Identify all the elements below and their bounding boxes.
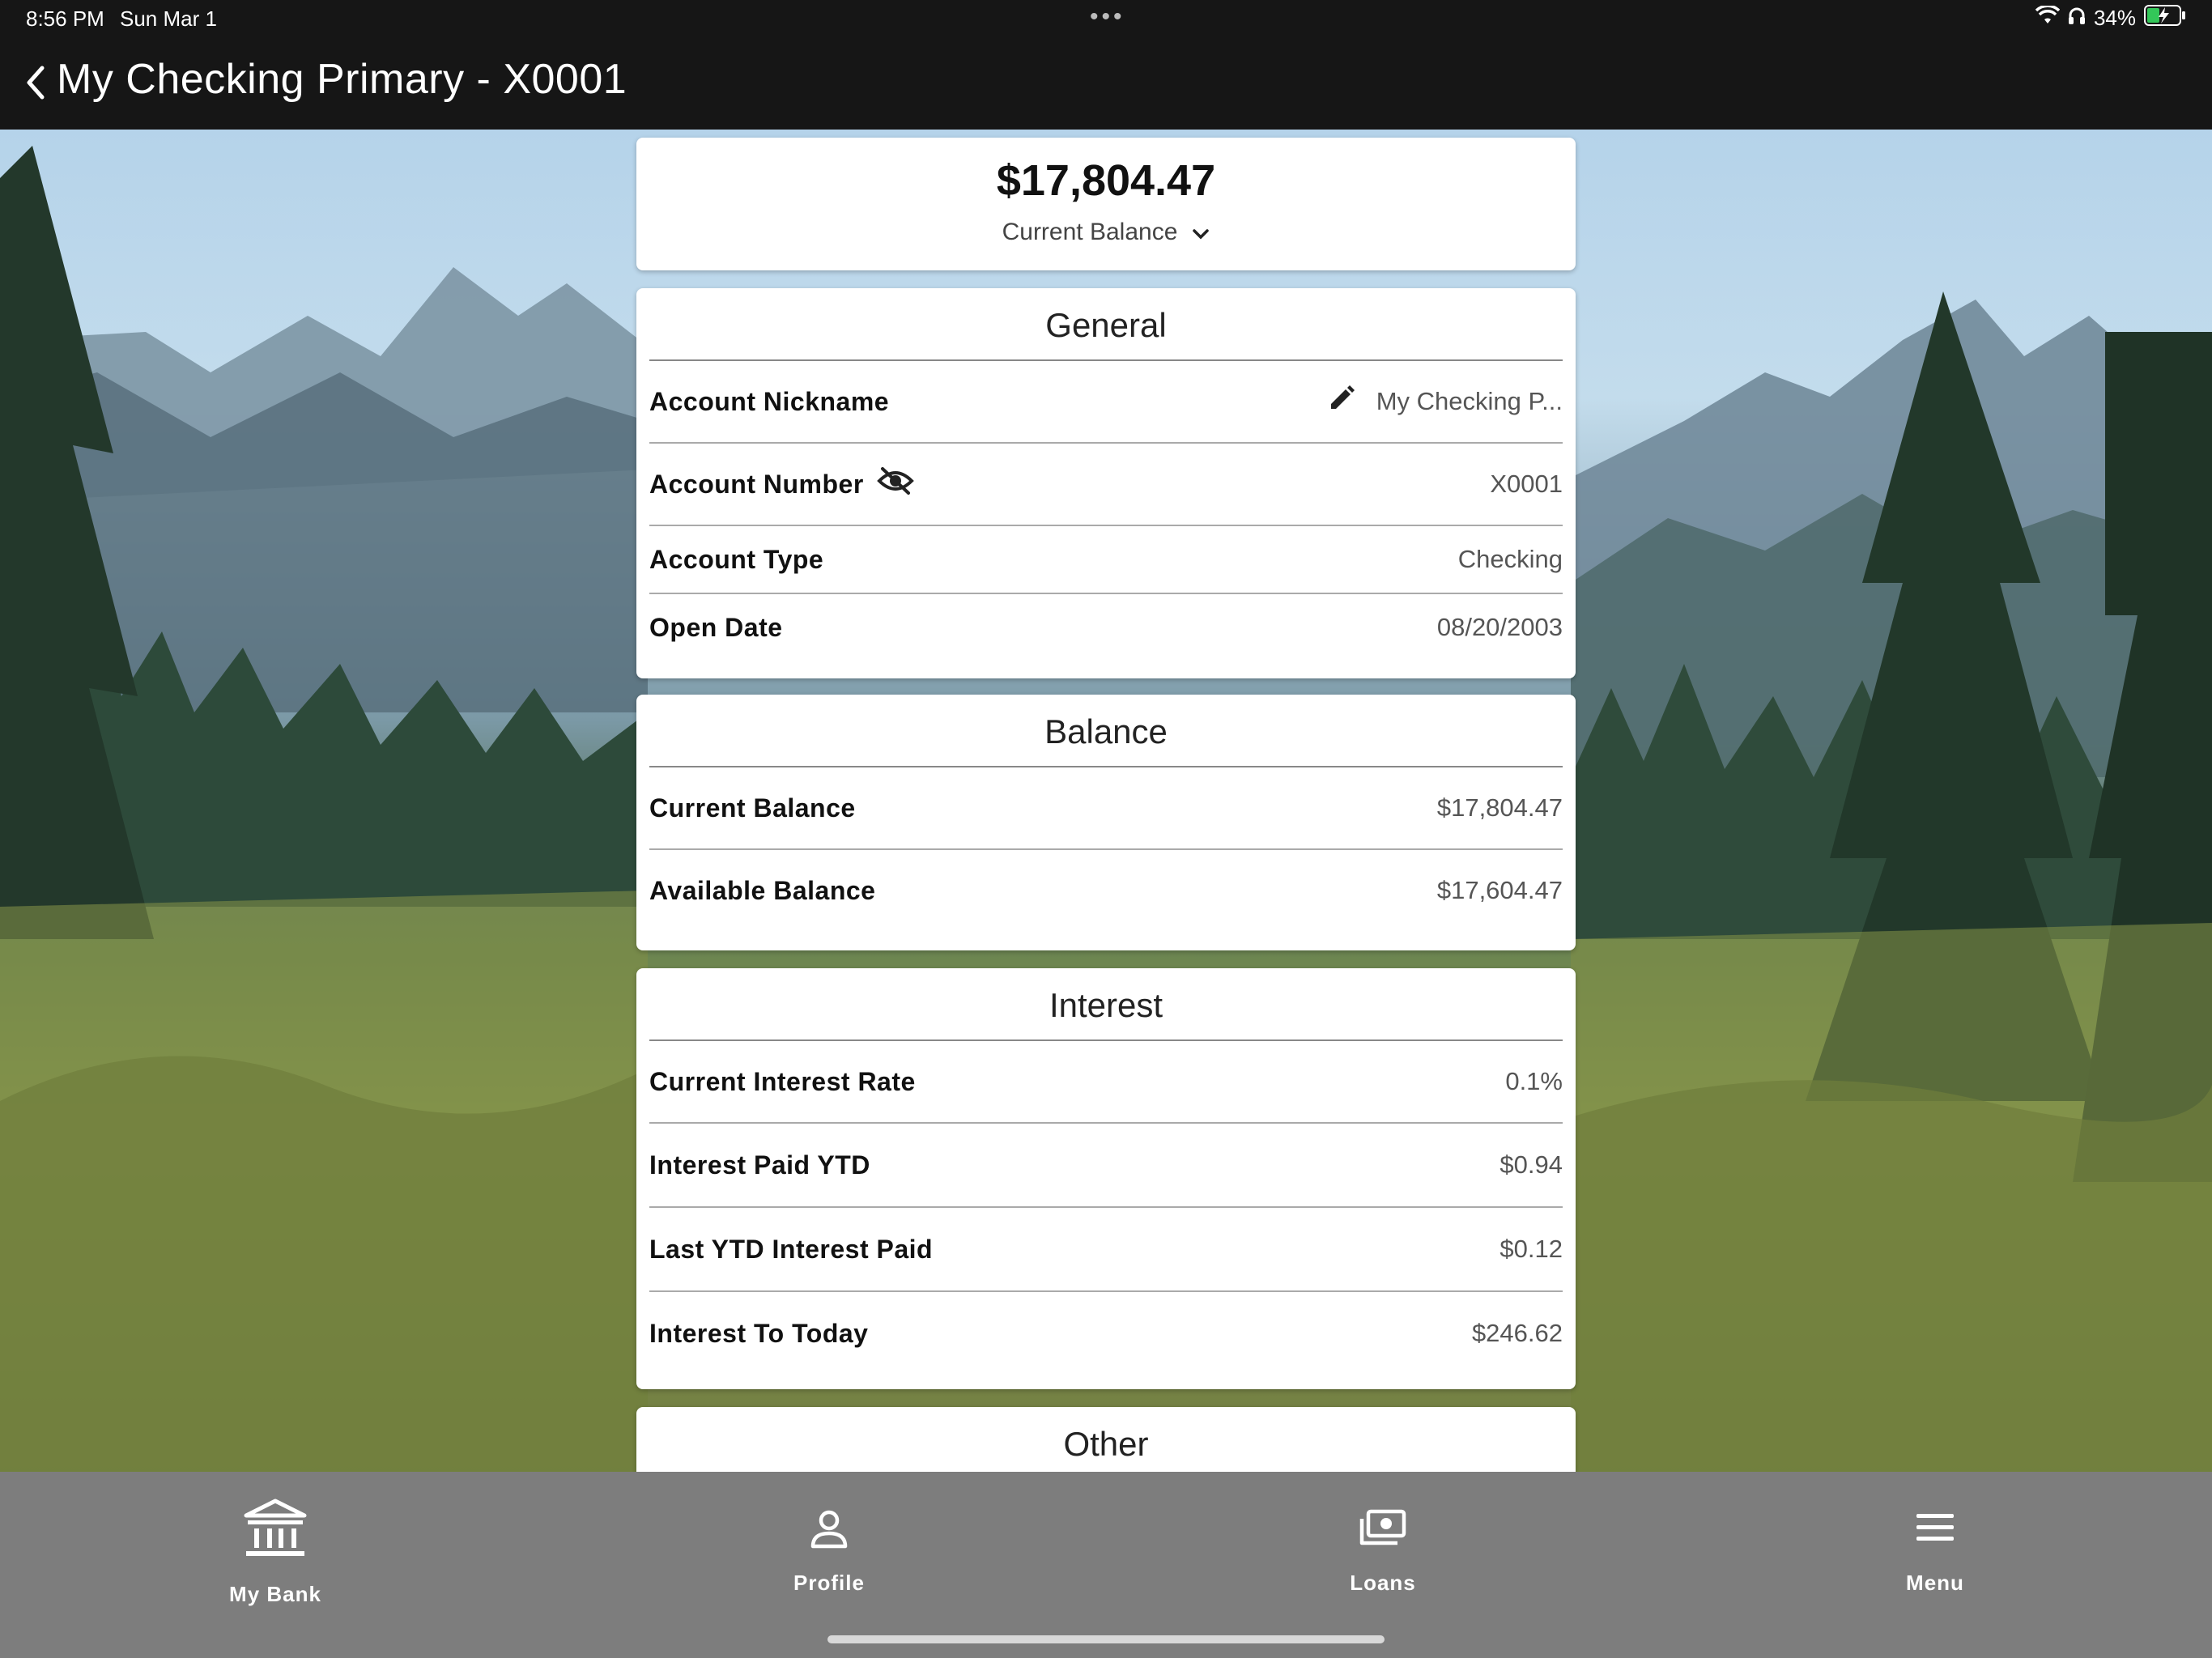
- bank-icon: [113, 1496, 437, 1561]
- battery-percent: 34%: [2093, 6, 2136, 30]
- tab-label: My Bank: [229, 1582, 321, 1606]
- row-value: $0.12: [1499, 1235, 1563, 1263]
- chevron-left-icon: [24, 65, 47, 104]
- balance-summary-card: $17,804.47 Current Balance: [636, 138, 1576, 270]
- pencil-icon[interactable]: [1328, 385, 1355, 419]
- chevron-down-icon: [1192, 219, 1210, 246]
- tab-label: Profile: [793, 1571, 865, 1595]
- row-label: Account Type: [649, 544, 824, 574]
- nickname-edit-field[interactable]: My Checking P...: [1328, 385, 1563, 419]
- status-time: 8:56 PM: [26, 6, 104, 31]
- row-current-balance: Current Balance $17,804.47: [649, 767, 1563, 850]
- row-value: My Checking P...: [1376, 387, 1563, 415]
- row-label: Account Nickname: [649, 386, 890, 416]
- battery-charging-icon: [2144, 5, 2186, 32]
- row-label-wrap: Account Number: [649, 466, 914, 502]
- row-label: Open Date: [649, 612, 783, 642]
- home-indicator[interactable]: [827, 1635, 1385, 1643]
- interest-card: Interest Current Interest Rate 0.1% Inte…: [636, 968, 1576, 1389]
- row-last-ytd-interest-paid: Last YTD Interest Paid $0.12: [649, 1208, 1563, 1292]
- row-account-nickname: Account Nickname My Checking P...: [649, 361, 1563, 444]
- row-value: $17,604.47: [1436, 876, 1563, 904]
- row-label: Current Interest Rate: [649, 1066, 916, 1096]
- row-value: $0.94: [1499, 1150, 1563, 1179]
- section-title-other: Other: [1063, 1425, 1149, 1463]
- balance-type-dropdown[interactable]: Current Balance: [636, 219, 1576, 246]
- row-available-balance: Available Balance $17,604.47: [649, 850, 1563, 931]
- page-title: My Checking Primary - X0001: [57, 56, 627, 103]
- row-label: Last YTD Interest Paid: [649, 1234, 934, 1264]
- tab-menu[interactable]: Menu: [1773, 1472, 2097, 1634]
- money-icon: [1221, 1509, 1545, 1546]
- back-button[interactable]: [19, 60, 52, 108]
- row-value: 08/20/2003: [1436, 613, 1563, 641]
- eye-slash-icon[interactable]: [876, 466, 914, 502]
- row-open-date: Open Date 08/20/2003: [649, 594, 1563, 661]
- row-value: $17,804.47: [1436, 793, 1563, 822]
- multitasking-dots-icon[interactable]: •••: [1090, 3, 1125, 31]
- headphones-icon: [2068, 6, 2086, 31]
- row-value: Checking: [1457, 545, 1563, 573]
- row-account-number: Account Number X0001: [649, 444, 1563, 526]
- tab-label: Menu: [1906, 1571, 1964, 1595]
- row-interest-paid-ytd: Interest Paid YTD $0.94: [649, 1124, 1563, 1208]
- tab-my-bank[interactable]: My Bank: [113, 1472, 437, 1634]
- row-value: 0.1%: [1505, 1067, 1563, 1095]
- section-title-balance: Balance: [649, 695, 1563, 767]
- row-label: Interest Paid YTD: [649, 1150, 870, 1180]
- section-title-interest: Interest: [649, 968, 1563, 1041]
- row-label: Current Balance: [649, 793, 856, 823]
- tab-profile[interactable]: Profile: [667, 1472, 991, 1634]
- row-label: Available Balance: [649, 875, 876, 905]
- tab-loans[interactable]: Loans: [1221, 1472, 1545, 1634]
- status-indicators: 34%: [2035, 4, 2186, 32]
- row-account-type: Account Type Checking: [649, 526, 1563, 594]
- row-label: Interest To Today: [649, 1318, 869, 1348]
- row-value: X0001: [1490, 470, 1563, 498]
- row-value: $246.62: [1471, 1319, 1563, 1347]
- general-card: General Account Nickname My Checking P..…: [636, 288, 1576, 678]
- balance-card: Balance Current Balance $17,804.47 Avail…: [636, 695, 1576, 950]
- bottom-tab-bar: My Bank Profile Loans Menu: [0, 1472, 2212, 1658]
- status-date: Sun Mar 1: [120, 6, 217, 31]
- wifi-icon: [2035, 4, 2061, 31]
- tab-label: Loans: [1350, 1571, 1416, 1595]
- balance-amount: $17,804.47: [996, 156, 1216, 205]
- row-label: Account Number: [649, 469, 864, 499]
- balance-type-label: Current Balance: [1002, 219, 1178, 245]
- row-current-interest-rate: Current Interest Rate 0.1%: [649, 1041, 1563, 1124]
- hamburger-menu-icon: [1773, 1512, 2097, 1543]
- person-icon: [667, 1509, 991, 1550]
- section-title-general: General: [649, 288, 1563, 361]
- row-interest-to-today: Interest To Today $246.62: [649, 1292, 1563, 1375]
- app-header: 8:56 PM Sun Mar 1 ••• 34% My Checking Pr…: [0, 0, 2212, 130]
